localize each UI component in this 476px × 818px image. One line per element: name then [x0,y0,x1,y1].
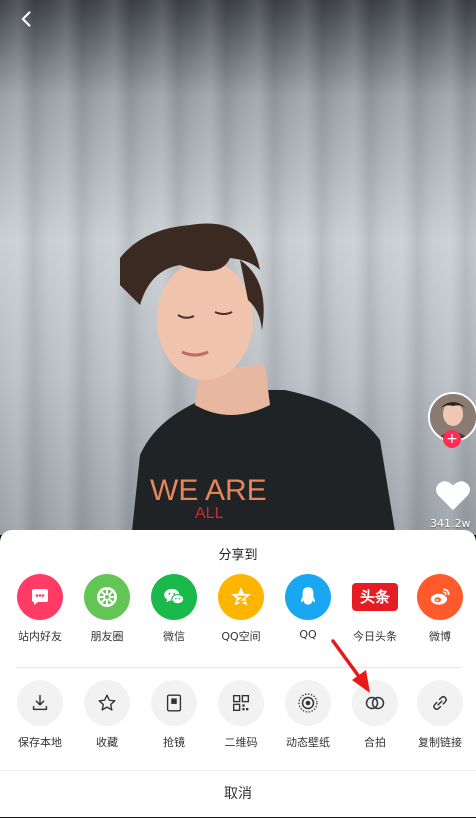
copy-link-label: 复制链接 [418,736,462,749]
chevron-left-icon [21,11,31,27]
video-player[interactable]: WE ARE ALL + 341.2w [0,0,476,535]
share-weibo-label: 微博 [429,630,451,643]
wechat-icon [151,574,197,620]
share-title: 分享到 [218,548,258,563]
star-outline-icon [84,680,130,726]
share-friend-label: 站内好友 [18,630,62,643]
cancel-area: 取消 [0,770,476,818]
share-wechat-button[interactable]: 微信 [141,574,207,644]
share-sheet: 分享到 站内好友 朋友圈 微信 QQ空间 QQ 头条 今日头条 微博 保存本地 … [0,530,476,817]
copy-link-button[interactable]: 复制链接 [407,680,473,750]
heart-icon[interactable] [434,478,472,512]
download-icon [17,680,63,726]
qiangjing-label: 抢镜 [163,736,185,749]
toutiao-icon: 头条 [352,574,398,620]
share-qzone-label: QQ空间 [221,630,261,643]
weibo-icon [417,574,463,620]
back-button[interactable] [10,2,44,36]
qq-penguin-icon [285,574,331,620]
duet-label: 合拍 [364,736,386,749]
share-wechat-label: 微信 [163,630,185,643]
share-qq-button[interactable]: QQ [275,574,341,641]
qr-code-icon [218,680,264,726]
share-friend-button[interactable]: 站内好友 [7,574,73,644]
person-image: WE ARE ALL [120,223,396,535]
frame-icon [151,680,197,726]
chat-icon [17,574,63,620]
share-moments-label: 朋友圈 [90,630,124,643]
qzone-star-icon [218,574,264,620]
shirt-text: WE ARE [150,474,267,507]
favorite-label: 收藏 [96,736,118,749]
share-weibo-button[interactable]: 微博 [407,574,473,644]
qr-code-button[interactable]: 二维码 [208,680,274,750]
share-moments-button[interactable]: 朋友圈 [74,574,140,644]
cancel-button[interactable]: 取消 [0,771,476,818]
live-wallpaper-icon [285,680,331,726]
share-qzone-button[interactable]: QQ空间 [208,574,274,644]
annotation-arrow-icon [331,639,370,693]
follow-plus-button[interactable]: + [443,430,461,448]
shirt-text-2: ALL [195,505,224,522]
live-wallpaper-label: 动态壁纸 [286,736,330,749]
qiangjing-button[interactable]: 抢镜 [141,680,207,750]
toutiao-logo: 头条 [352,583,398,611]
link-icon [417,680,463,726]
qr-code-label: 二维码 [224,736,258,749]
moments-icon [84,574,130,620]
share-toutiao-button[interactable]: 头条 今日头条 [342,574,408,644]
divider [16,667,460,668]
save-local-label: 保存本地 [18,736,62,749]
like-count: 341.2w [430,517,471,530]
save-local-button[interactable]: 保存本地 [7,680,73,750]
favorite-button[interactable]: 收藏 [74,680,140,750]
